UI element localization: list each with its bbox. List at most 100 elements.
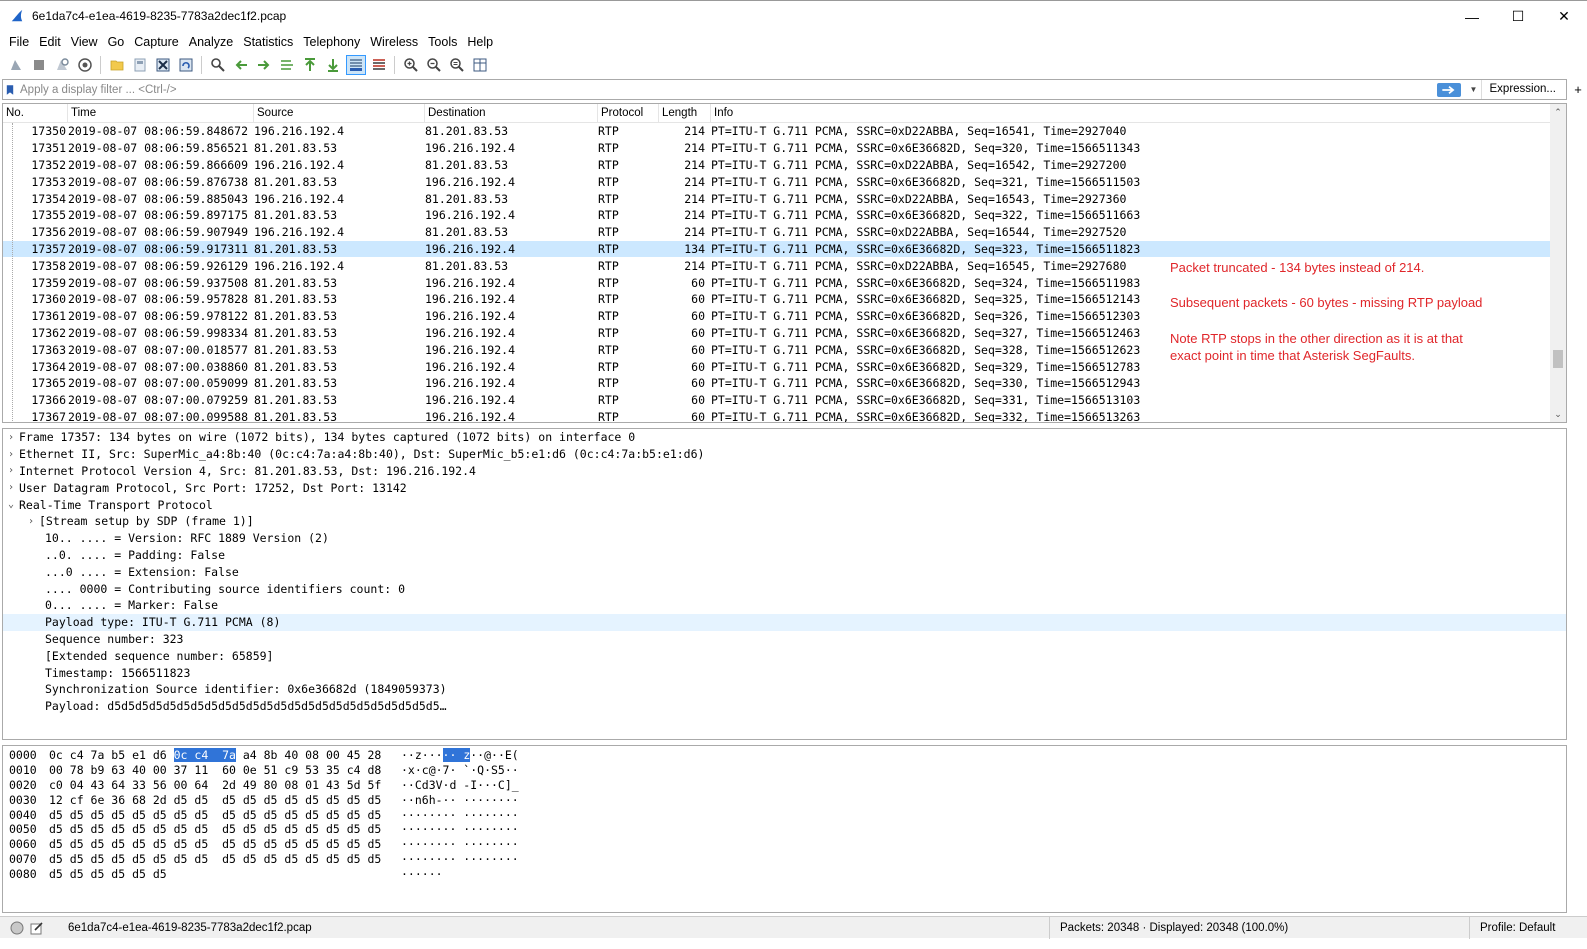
protocol-tree-row[interactable]: › Internet Protocol Version 4, Src: 81.20… bbox=[3, 463, 1566, 480]
column-protocol[interactable]: Protocol bbox=[598, 104, 659, 122]
packet-row[interactable]: 17352 2019-08-07 08:06:59.866609 196.216.1… bbox=[3, 157, 1566, 174]
menu-telephony[interactable]: Telephony bbox=[298, 35, 365, 49]
menu-file[interactable]: File bbox=[4, 35, 34, 49]
filter-bookmark-icon[interactable] bbox=[3, 80, 17, 99]
hex-ascii[interactable]: ········ ········ bbox=[401, 822, 531, 836]
rtp-field-row[interactable]: [Extended sequence number: 65859] bbox=[3, 647, 1566, 664]
tree-expander-icon[interactable]: › bbox=[3, 482, 19, 493]
packet-row[interactable]: 17353 2019-08-07 08:06:59.876738 81.201.83… bbox=[3, 173, 1566, 190]
hex-ascii[interactable]: ·x·c@·7· `·Q·S5·· bbox=[401, 763, 531, 777]
hex-ascii[interactable]: ······ bbox=[401, 867, 531, 881]
rtp-stream-setup-row[interactable]: › [Stream setup by SDP (frame 1)] bbox=[3, 513, 1566, 530]
add-filter-button[interactable]: + bbox=[1568, 80, 1587, 99]
hex-ascii[interactable]: ··n6h-·· ········ bbox=[401, 793, 531, 807]
rtp-field-row[interactable]: Payload type: ITU-T G.711 PCMA (8) bbox=[3, 613, 1566, 631]
open-file-icon[interactable] bbox=[107, 55, 127, 75]
first-packet-icon[interactable] bbox=[300, 55, 320, 75]
protocol-tree-row[interactable]: › Frame 17357: 134 bytes on wire (1072 bi… bbox=[3, 429, 1566, 446]
hex-bytes[interactable]: d5 d5 d5 d5 d5 d5 d5 d5 d5 d5 d5 d5 d5 d… bbox=[49, 822, 401, 836]
save-file-icon[interactable] bbox=[130, 55, 150, 75]
menu-help[interactable]: Help bbox=[462, 35, 498, 49]
protocol-tree-row[interactable]: › User Datagram Protocol, Src Port: 17252… bbox=[3, 479, 1566, 496]
protocol-tree-row[interactable]: ⌄ Real-Time Transport Protocol bbox=[3, 496, 1566, 513]
menu-analyze[interactable]: Analyze bbox=[184, 35, 238, 49]
hex-bytes[interactable]: d5 d5 d5 d5 d5 d5 d5 d5 d5 d5 d5 d5 d5 d… bbox=[49, 852, 401, 866]
menu-statistics[interactable]: Statistics bbox=[238, 35, 298, 49]
find-packet-icon[interactable] bbox=[208, 55, 228, 75]
expression-button[interactable]: Expression... bbox=[1480, 80, 1566, 99]
packet-list-scrollbar[interactable]: ⌃ ⌄ bbox=[1550, 104, 1566, 422]
menu-capture[interactable]: Capture bbox=[129, 35, 183, 49]
rtp-stream-expander-icon[interactable]: › bbox=[23, 516, 39, 527]
column-source[interactable]: Source bbox=[254, 104, 425, 122]
stop-capture-icon[interactable] bbox=[29, 55, 49, 75]
start-capture-icon[interactable] bbox=[6, 55, 26, 75]
packet-row[interactable]: 17365 2019-08-07 08:07:00.059099 81.201.83… bbox=[3, 375, 1566, 392]
hex-ascii[interactable]: ··Cd3V·d -I···C]_ bbox=[401, 778, 531, 792]
close-file-icon[interactable] bbox=[153, 55, 173, 75]
rtp-field-row[interactable]: Sequence number: 323 bbox=[3, 631, 1566, 648]
capture-options-icon[interactable] bbox=[75, 55, 95, 75]
packet-row[interactable]: 17366 2019-08-07 08:07:00.079259 81.201.83… bbox=[3, 392, 1566, 409]
menu-tools[interactable]: Tools bbox=[423, 35, 462, 49]
resize-columns-icon[interactable] bbox=[470, 55, 490, 75]
hex-bytes[interactable]: d5 d5 d5 d5 d5 d5 d5 d5 d5 d5 d5 d5 d5 d… bbox=[49, 837, 401, 851]
rtp-field-row[interactable]: .... 0000 = Contributing source identifi… bbox=[3, 580, 1566, 597]
hex-ascii[interactable]: ········ ········ bbox=[401, 808, 531, 822]
column-no[interactable]: No. bbox=[3, 104, 68, 122]
menu-wireless[interactable]: Wireless bbox=[365, 35, 423, 49]
last-packet-icon[interactable] bbox=[323, 55, 343, 75]
autoscroll-icon[interactable] bbox=[345, 54, 366, 75]
apply-filter-arrow-icon[interactable] bbox=[1436, 82, 1461, 97]
hex-bytes[interactable]: 12 cf 6e 36 68 2d d5 d5 d5 d5 d5 d5 d5 d… bbox=[49, 793, 401, 807]
reload-file-icon[interactable] bbox=[176, 55, 196, 75]
restart-capture-icon[interactable] bbox=[52, 55, 72, 75]
rtp-field-row[interactable]: Payload: d5d5d5d5d5d5d5d5d5d5d5d5d5d5d5d… bbox=[3, 698, 1566, 715]
zoom-out-icon[interactable] bbox=[424, 55, 444, 75]
maximize-button[interactable]: ☐ bbox=[1495, 1, 1541, 32]
packet-row[interactable]: 17357 2019-08-07 08:06:59.917311 81.201.83… bbox=[3, 240, 1566, 258]
column-time[interactable]: Time bbox=[68, 104, 254, 122]
edit-comment-icon[interactable] bbox=[30, 921, 44, 935]
colorize-icon[interactable] bbox=[369, 55, 389, 75]
go-back-icon[interactable] bbox=[231, 55, 251, 75]
menu-edit[interactable]: Edit bbox=[34, 35, 66, 49]
rtp-field-row[interactable]: ...0 .... = Extension: False bbox=[3, 563, 1566, 580]
rtp-field-row[interactable]: Timestamp: 1566511823 bbox=[3, 664, 1566, 681]
zoom-in-icon[interactable] bbox=[401, 55, 421, 75]
hex-bytes[interactable]: 0c c4 7a b5 e1 d6 0c c4 7a a4 8b 40 08 0… bbox=[49, 748, 401, 763]
tree-expander-icon[interactable]: › bbox=[3, 465, 19, 476]
go-to-packet-icon[interactable] bbox=[277, 55, 297, 75]
column-destination[interactable]: Destination bbox=[425, 104, 598, 122]
tree-expander-icon[interactable]: › bbox=[3, 432, 19, 443]
status-profile[interactable]: Profile: Default bbox=[1469, 916, 1587, 939]
minimize-button[interactable]: — bbox=[1449, 1, 1495, 32]
hex-bytes[interactable]: 00 78 b9 63 40 00 37 11 60 0e 51 c9 53 3… bbox=[49, 763, 401, 777]
scroll-down-icon[interactable]: ⌄ bbox=[1550, 406, 1566, 422]
hex-ascii[interactable]: ········ ········ bbox=[401, 852, 531, 866]
column-info[interactable]: Info bbox=[711, 104, 1566, 122]
packet-row[interactable]: 17355 2019-08-07 08:06:59.897175 81.201.83… bbox=[3, 207, 1566, 224]
hex-bytes[interactable]: c0 04 43 64 33 56 00 64 2d 49 80 08 01 4… bbox=[49, 778, 401, 792]
go-forward-icon[interactable] bbox=[254, 55, 274, 75]
zoom-normal-icon[interactable] bbox=[447, 55, 467, 75]
packet-row[interactable]: 17367 2019-08-07 08:07:00.099588 81.201.83… bbox=[3, 409, 1566, 422]
filter-history-dropdown-icon[interactable]: ▼ bbox=[1467, 85, 1481, 94]
expert-info-icon[interactable] bbox=[10, 921, 24, 935]
packet-row[interactable]: 17354 2019-08-07 08:06:59.885043 196.216.1… bbox=[3, 190, 1566, 207]
tree-expander-icon[interactable]: › bbox=[3, 449, 19, 460]
hex-ascii[interactable]: ········ ········ bbox=[401, 837, 531, 851]
rtp-field-row[interactable]: 0... .... = Marker: False bbox=[3, 597, 1566, 614]
hex-bytes[interactable]: d5 d5 d5 d5 d5 d5 bbox=[49, 867, 401, 881]
tree-expander-icon[interactable]: ⌄ bbox=[3, 499, 19, 510]
scroll-thumb[interactable] bbox=[1553, 350, 1563, 368]
packet-row[interactable]: 17356 2019-08-07 08:06:59.907949 196.216.1… bbox=[3, 224, 1566, 241]
close-button[interactable]: ✕ bbox=[1541, 1, 1587, 32]
packet-row[interactable]: 17351 2019-08-07 08:06:59.856521 81.201.83… bbox=[3, 140, 1566, 157]
scroll-up-icon[interactable]: ⌃ bbox=[1550, 104, 1566, 120]
rtp-field-row[interactable]: Synchronization Source identifier: 0x6e3… bbox=[3, 681, 1566, 698]
display-filter-input[interactable] bbox=[17, 80, 1437, 99]
column-length[interactable]: Length bbox=[659, 104, 711, 122]
rtp-field-row[interactable]: 10.. .... = Version: RFC 1889 Version (2… bbox=[3, 530, 1566, 547]
protocol-tree-row[interactable]: › Ethernet II, Src: SuperMic_a4:8b:40 (0c… bbox=[3, 446, 1566, 463]
